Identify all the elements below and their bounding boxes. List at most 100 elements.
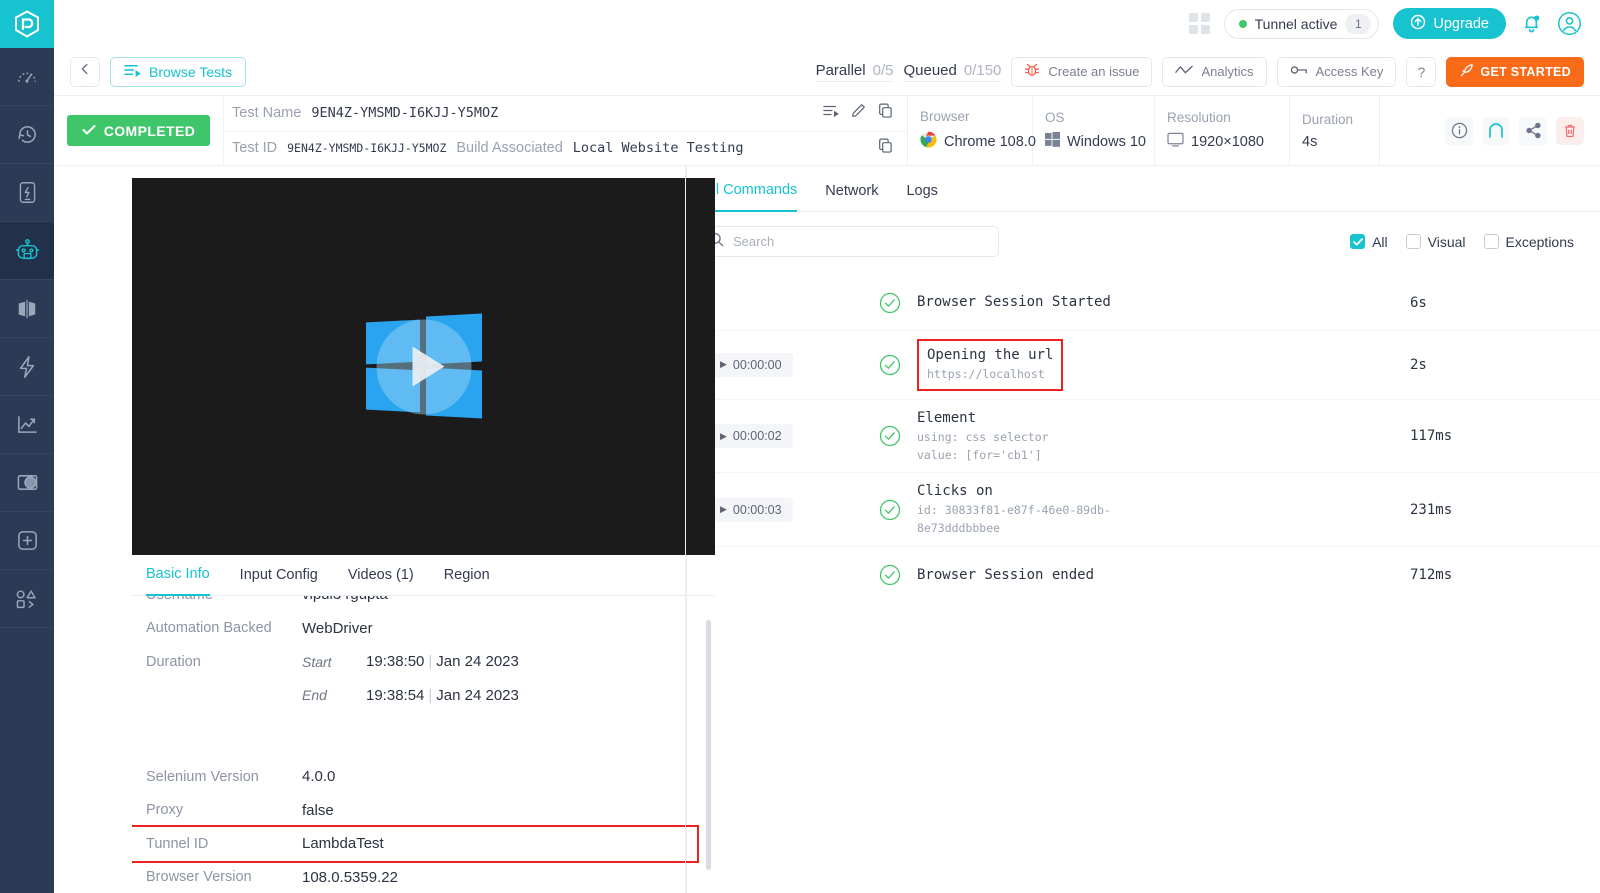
copy-icon[interactable] bbox=[878, 138, 893, 158]
notification-bell-icon[interactable] bbox=[1520, 12, 1543, 35]
grid-apps-icon[interactable] bbox=[1188, 13, 1210, 34]
table-row: Automation Backed WebDriver bbox=[132, 612, 697, 646]
table-row-tunnel-id-highlighted: Tunnel ID LambdaTest bbox=[132, 825, 699, 863]
tunnel-status-pill[interactable]: Tunnel active 1 bbox=[1223, 8, 1380, 39]
sidebar-item-history[interactable] bbox=[0, 106, 54, 164]
responsive-compare-icon bbox=[16, 298, 38, 320]
sidebar-item-automation[interactable] bbox=[0, 222, 54, 280]
sidebar-item-more[interactable] bbox=[0, 570, 54, 628]
table-row: Duration Start 19:38:50 | Jan 24 2023 bbox=[132, 645, 697, 679]
list-play-icon[interactable] bbox=[823, 104, 839, 122]
command-time-chip[interactable]: ▶ 00:00:00 bbox=[709, 352, 793, 377]
sidebar-item-app-automation[interactable] bbox=[0, 164, 54, 222]
meta-resolution: Resolution 1920×1080 bbox=[1155, 96, 1290, 165]
sidebar-item-add[interactable] bbox=[0, 512, 54, 570]
back-button[interactable] bbox=[70, 56, 100, 87]
search-input[interactable] bbox=[733, 234, 987, 249]
basic-info-scrollbar[interactable] bbox=[706, 620, 711, 870]
edit-pencil-icon[interactable] bbox=[851, 103, 866, 123]
arch-icon[interactable] bbox=[1482, 116, 1510, 145]
user-account-icon[interactable] bbox=[1557, 11, 1582, 36]
command-duration: 6s bbox=[1410, 294, 1427, 311]
row-key-browser-version: Browser Version bbox=[146, 869, 252, 886]
command-title: Opening the url bbox=[927, 347, 1054, 363]
queued-label: Queued bbox=[903, 61, 957, 79]
filter-all[interactable]: All bbox=[1350, 234, 1388, 250]
create-issue-label: Create an issue bbox=[1048, 64, 1140, 79]
checkbox-all[interactable] bbox=[1350, 234, 1366, 249]
create-issue-button[interactable]: Create an issue bbox=[1011, 56, 1153, 87]
checkbox-exceptions[interactable] bbox=[1483, 234, 1499, 249]
delete-icon[interactable] bbox=[1556, 116, 1584, 145]
row-key-tunnel-id: Tunnel ID bbox=[146, 835, 209, 852]
checkbox-visual[interactable] bbox=[1405, 234, 1421, 249]
sidebar-item-speedometer[interactable] bbox=[0, 48, 54, 106]
command-status bbox=[862, 354, 917, 376]
browse-tests-button[interactable]: Browse Tests bbox=[110, 56, 246, 87]
command-time-chip[interactable]: ▶ 00:00:02 bbox=[709, 424, 793, 449]
command-time: 00:00:03 bbox=[732, 502, 782, 517]
command-status bbox=[862, 564, 917, 586]
help-button[interactable]: ? bbox=[1406, 56, 1437, 87]
smart-ui-icon bbox=[16, 472, 39, 493]
page-toolbar: Browse Tests Parallel 0/5 Queued 0/150 C… bbox=[54, 48, 1600, 96]
analytics-button[interactable]: Analytics bbox=[1162, 56, 1267, 87]
duration-start-date: Jan 24 2023 bbox=[436, 653, 519, 671]
play-triangle-icon bbox=[412, 346, 445, 387]
play-button[interactable] bbox=[376, 319, 471, 414]
main-area: Tunnel active 1 Upgrade Browse Tests Par… bbox=[54, 0, 1600, 893]
queued-value: 0/150 bbox=[963, 61, 1002, 79]
search-box[interactable] bbox=[697, 226, 999, 257]
meta-browser: Browser Chrome 108.0 bbox=[908, 96, 1036, 165]
get-started-label: GET STARTED bbox=[1480, 64, 1571, 79]
copy-icon[interactable] bbox=[878, 103, 893, 123]
video-player[interactable] bbox=[132, 178, 715, 555]
meta-os-value-wrap: Windows 10 bbox=[1045, 132, 1146, 151]
meta-resolution-label: Resolution bbox=[1167, 110, 1231, 125]
command-time-chip[interactable]: ▶ 00:00:03 bbox=[709, 497, 793, 522]
command-row[interactable]: Browser Session Started 6s bbox=[687, 275, 1600, 331]
access-key-button[interactable]: Access Key bbox=[1276, 56, 1397, 87]
tab-basic-info[interactable]: Basic Info bbox=[146, 555, 210, 596]
sidebar-item-responsive[interactable] bbox=[0, 280, 54, 338]
upgrade-button[interactable]: Upgrade bbox=[1393, 8, 1506, 39]
command-subtitle: 8e73dddbbbee bbox=[917, 521, 1001, 536]
filter-visual[interactable]: Visual bbox=[1405, 233, 1466, 250]
tab-all-commands[interactable]: All Commands bbox=[703, 170, 798, 212]
sidebar-item-smartui[interactable] bbox=[0, 454, 54, 512]
row-value-proxy: false bbox=[302, 801, 334, 819]
tab-videos[interactable]: Videos (1) bbox=[348, 555, 414, 596]
tab-logs[interactable]: Logs bbox=[906, 170, 937, 212]
get-started-button[interactable]: GET STARTED bbox=[1446, 56, 1584, 87]
command-title: Element bbox=[917, 409, 977, 426]
duration-end-time: 19:38:54 bbox=[366, 686, 425, 704]
lambdatest-logo-icon[interactable] bbox=[0, 0, 54, 48]
tab-region[interactable]: Region bbox=[444, 555, 490, 596]
row-value-username: vipul3 rgupta bbox=[302, 596, 697, 612]
status-badge: COMPLETED bbox=[66, 115, 211, 146]
commands-filter-bar: All Visual Exceptions bbox=[687, 212, 1600, 267]
share-icon[interactable] bbox=[1519, 116, 1547, 145]
command-row[interactable]: Browser Session ended 712ms bbox=[687, 547, 1600, 603]
sidebar-item-analytics[interactable] bbox=[0, 396, 54, 454]
tab-input-config[interactable]: Input Config bbox=[240, 555, 318, 596]
meta-duration: Duration 4s bbox=[1290, 96, 1380, 165]
upgrade-arrow-icon bbox=[1410, 14, 1426, 34]
info-icon[interactable] bbox=[1445, 116, 1473, 145]
tunnel-count: 1 bbox=[1345, 13, 1372, 34]
tab-network[interactable]: Network bbox=[825, 170, 878, 212]
sidebar-item-hyperexecute[interactable] bbox=[0, 338, 54, 396]
table-row: Browser Version 108.0.5359.22 bbox=[132, 861, 697, 887]
meta-resolution-value-wrap: 1920×1080 bbox=[1167, 132, 1277, 151]
analytics-chart-icon bbox=[16, 413, 39, 436]
command-row[interactable]: ▶ 00:00:02 Element using: css selector v… bbox=[687, 400, 1600, 474]
command-duration: 117ms bbox=[1410, 428, 1453, 445]
filter-visual-label: Visual bbox=[1427, 233, 1466, 250]
filter-exceptions[interactable]: Exceptions bbox=[1483, 234, 1574, 250]
lightning-bolt-icon bbox=[16, 355, 38, 379]
row-key-selenium-version: Selenium Version bbox=[146, 768, 259, 785]
row-key-proxy: Proxy bbox=[146, 802, 184, 819]
command-row[interactable]: ▶ 00:00:00 Opening the url https://local… bbox=[687, 331, 1600, 400]
command-row[interactable]: ▶ 00:00:03 Clicks on id: 30833f81-e87f-4… bbox=[687, 473, 1600, 548]
table-spacer-row bbox=[132, 712, 697, 760]
